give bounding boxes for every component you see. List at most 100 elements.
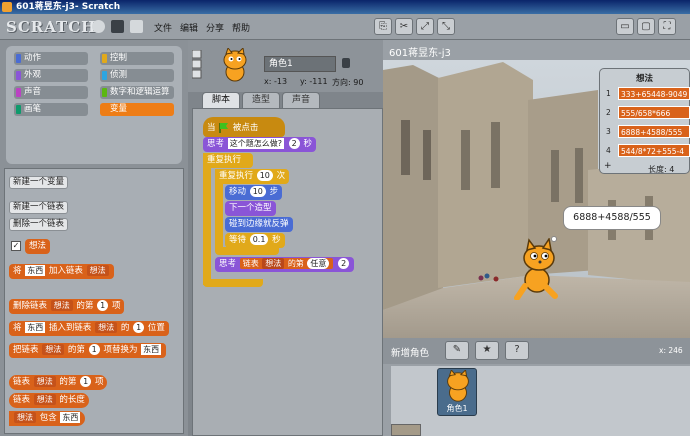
share-icon[interactable] <box>130 20 143 33</box>
length-of-list-block[interactable]: 链表 想法 的长度 <box>9 393 89 408</box>
category-motion[interactable]: 动作 <box>14 52 88 65</box>
forever-arm <box>203 153 211 285</box>
save-icon[interactable] <box>111 20 124 33</box>
new-sprite-bar: 新增角色 ✎ ★ ? x: 246 <box>383 338 690 364</box>
tab-costumes[interactable]: 造型 <box>242 92 280 108</box>
list-item[interactable]: 544/8*72+555-4 <box>618 144 690 157</box>
category-operators[interactable]: 数字和逻辑运算 <box>100 86 174 99</box>
delete-tool-icon[interactable]: ✂ <box>395 18 413 35</box>
sprite-direction: 方向: 90 <box>332 78 364 87</box>
normal-stage-icon[interactable]: ▢ <box>637 18 655 35</box>
menu-share[interactable]: 分享 <box>206 21 224 34</box>
project-title: 601蒋昱东-j3 <box>389 48 451 59</box>
stage-thumbnail[interactable] <box>391 424 421 436</box>
rotation-style-icon[interactable] <box>192 50 202 80</box>
menu-file[interactable]: 文件 <box>154 21 172 34</box>
list-monitor[interactable]: 想法 1 333+65448-9049 2 555/658*666 3 6888… <box>599 68 690 174</box>
new-sprite-label: 新增角色 <box>391 348 430 359</box>
scripts-panel: 角色1 x: -13 y: -111 方向: 90 脚本 造型 声音 当 被点击… <box>188 40 383 436</box>
delete-of-list-block[interactable]: 删除链表 想法 的第 1 项 <box>9 299 125 314</box>
list-monitor-checkbox[interactable]: ✓ <box>11 241 21 251</box>
list-item-reporter[interactable]: 链表 想法 的第 任意 <box>239 258 334 269</box>
random-sprite-icon[interactable]: ? <box>505 341 529 360</box>
grow-tool-icon[interactable]: ⤢ <box>416 18 434 35</box>
when-flag-clicked-block[interactable]: 当 被点击 <box>203 117 285 137</box>
list-contains-block[interactable]: 想法 包含 东西 <box>9 411 86 426</box>
item-of-list-block[interactable]: 链表 想法 的第 1 项 <box>9 375 108 390</box>
think-list-item-block[interactable]: 思考 链表 想法 的第 任意 2 <box>215 257 355 272</box>
delete-list-button[interactable]: 删除一个链表 <box>9 218 69 231</box>
color-swatch <box>16 54 21 63</box>
category-looks[interactable]: 外观 <box>14 69 88 82</box>
tab-sounds[interactable]: 声音 <box>282 92 320 108</box>
list-length: 长度: 4 <box>648 165 675 174</box>
category-pen[interactable]: 画笔 <box>14 103 88 116</box>
paint-new-sprite-icon[interactable]: ✎ <box>445 341 469 360</box>
forever-foot <box>203 279 263 287</box>
sprite-y: y: -111 <box>300 77 328 86</box>
green-flag-icon <box>219 122 229 133</box>
sprite-thumbnail-cat-icon <box>223 48 247 82</box>
globe-icon[interactable] <box>92 20 105 33</box>
replace-item-block[interactable]: 把链表 想法 的第 1 项替换为 东西 <box>9 343 167 358</box>
duplicate-tool-icon[interactable]: ⎘ <box>374 18 392 35</box>
repeat-block[interactable]: 重复执行 10 次 <box>215 169 290 184</box>
stage[interactable]: 想法 1 333+65448-9049 2 555/658*666 3 6888… <box>383 60 690 338</box>
list-item[interactable]: 555/658*666 <box>618 106 690 119</box>
add-to-list-block[interactable]: 将 东西 加入链表 想法 <box>9 264 114 279</box>
color-swatch <box>102 71 107 80</box>
sprite-thumbnail-cat-icon <box>447 370 469 402</box>
lock-icon[interactable] <box>342 58 350 68</box>
scratch-app-icon <box>2 2 12 12</box>
stage-panel: 601蒋昱东-j3 想法 1 333+65448-9049 2 555/658*… <box>383 40 690 436</box>
category-sensing[interactable]: 侦测 <box>100 69 174 82</box>
sprite-thumbnail[interactable]: 角色1 <box>437 368 477 416</box>
new-list-button[interactable]: 新建一个链表 <box>9 201 69 214</box>
script-area[interactable]: 当 被点击 思考 这个题怎么做? 2 秒 重复执行 重复执行 10 次 移动 1… <box>192 108 383 436</box>
scratch-logo: SCRATCH <box>6 18 97 36</box>
sprite-info: 角色1 x: -13 y: -111 方向: 90 <box>188 40 383 92</box>
blocks-palette: 新建一个变量 新建一个链表 删除一个链表 ✓ 想法 将 东西 加入链表 想法 删… <box>4 168 184 434</box>
small-stage-icon[interactable]: ▭ <box>616 18 634 35</box>
menu-help[interactable]: 帮助 <box>232 21 250 34</box>
blocks-panel: 动作 控制 外观 侦测 声音 数字和逻辑运算 画笔 变量 新建一个变量 新建一个… <box>0 40 188 436</box>
think-for-secs-block[interactable]: 思考 这个题怎么做? 2 秒 <box>203 137 316 152</box>
cat-sprite[interactable] <box>511 238 561 300</box>
sprite-x: x: -13 <box>264 77 288 86</box>
color-swatch <box>102 88 107 97</box>
presentation-mode-icon[interactable]: ⛶ <box>658 18 676 35</box>
category-control[interactable]: 控制 <box>100 52 174 65</box>
think-bubble: 6888+4588/555 <box>563 206 661 230</box>
color-swatch <box>16 88 21 97</box>
sprite-name-field[interactable]: 角色1 <box>264 56 336 72</box>
sprite-thumbnail-label: 角色1 <box>446 404 468 413</box>
color-swatch <box>102 105 107 114</box>
menu-edit[interactable]: 编辑 <box>180 21 198 34</box>
color-swatch <box>102 54 107 63</box>
category-selector: 动作 控制 外观 侦测 声音 数字和逻辑运算 画笔 变量 <box>6 46 182 164</box>
color-swatch <box>16 71 21 80</box>
choose-sprite-from-file-icon[interactable]: ★ <box>475 341 499 360</box>
title-bar: 601蒋昱东-j3- Scratch <box>0 0 690 14</box>
bounce-on-edge-block[interactable]: 碰到边缘就反弹 <box>225 217 293 232</box>
category-sound[interactable]: 声音 <box>14 86 88 99</box>
sprite-library: 角色1 <box>391 366 690 436</box>
color-swatch <box>16 105 21 114</box>
list-item[interactable]: 6888+4588/555 <box>618 125 690 138</box>
list-monitor-title: 想法 <box>635 74 653 84</box>
new-variable-button[interactable]: 新建一个变量 <box>9 176 69 189</box>
add-item-button[interactable]: + <box>604 161 612 171</box>
shrink-tool-icon[interactable]: ⤡ <box>437 18 455 35</box>
next-costume-block[interactable]: 下一个造型 <box>225 201 276 216</box>
mouse-x-readout: x: 246 <box>659 346 683 355</box>
repeat-foot <box>215 247 279 255</box>
tab-scripts[interactable]: 脚本 <box>202 92 240 108</box>
list-item[interactable]: 333+65448-9049 <box>618 87 690 100</box>
list-reporter-block[interactable]: 想法 <box>25 239 51 254</box>
wait-secs-block[interactable]: 等待 0.1 秒 <box>225 233 285 248</box>
category-variables[interactable]: 变量 <box>100 103 174 116</box>
move-steps-block[interactable]: 移动 10 步 <box>225 185 283 200</box>
forever-block[interactable]: 重复执行 <box>203 153 253 168</box>
insert-at-list-block[interactable]: 将 东西 插入到链表 想法 的 1 位置 <box>9 321 169 336</box>
window-title: 601蒋昱东-j3- Scratch <box>16 2 121 12</box>
